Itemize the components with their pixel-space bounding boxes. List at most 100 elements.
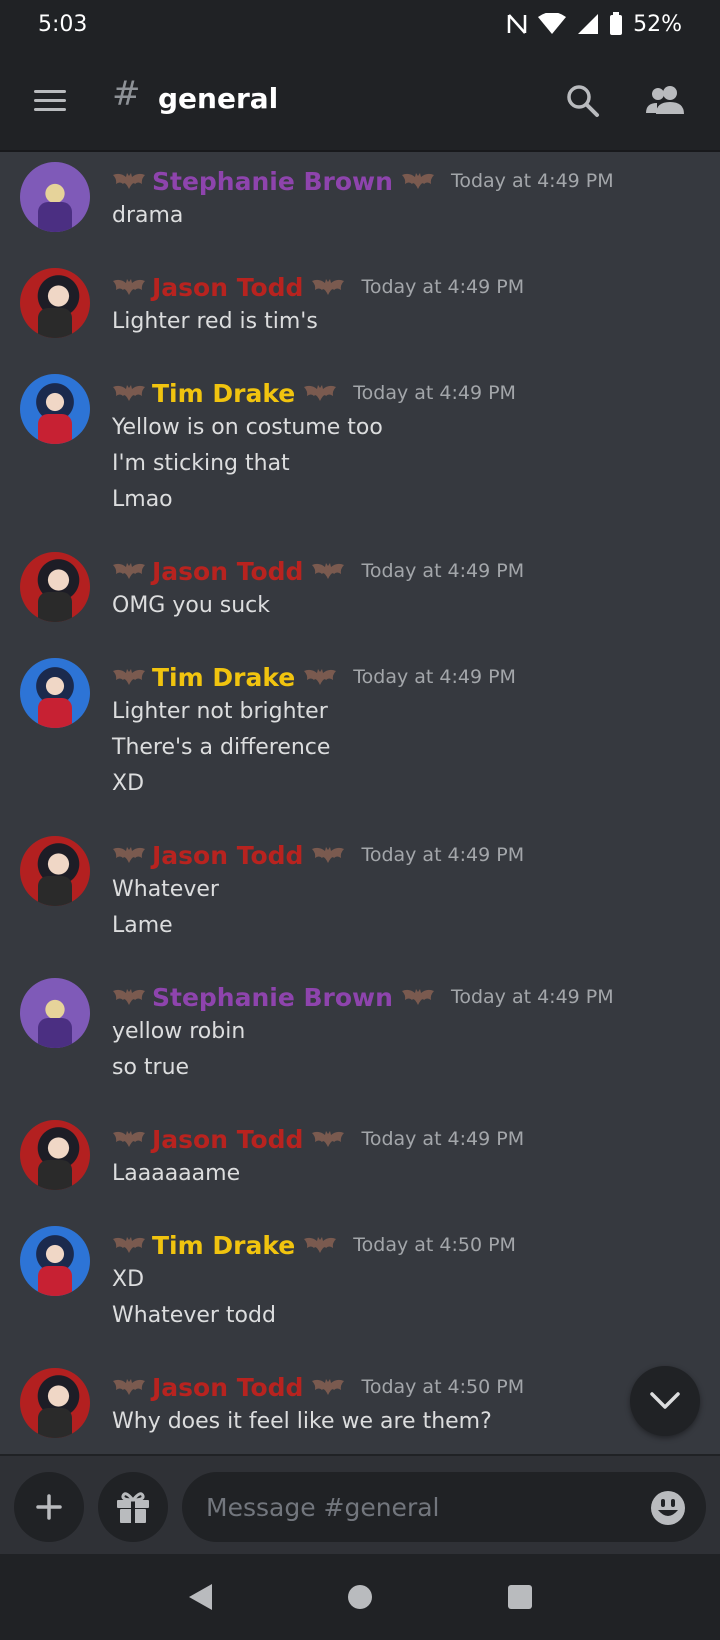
message-list[interactable]: Stephanie Brown Today at 4:49 PM drama Jaso… [0, 152, 720, 1454]
message-input[interactable] [182, 1472, 706, 1542]
avatar[interactable] [20, 1368, 90, 1438]
channel-name[interactable]: general [158, 82, 278, 115]
plus-icon [36, 1494, 62, 1520]
recents-icon[interactable] [506, 1583, 534, 1611]
message-line: XD [112, 771, 145, 796]
message-group[interactable]: Tim Drake Today at 4:49 PM Lighter not bri… [0, 648, 720, 826]
bat-emoji-icon [311, 277, 345, 297]
message-body: Yellow is on costume too I'm sticking tha… [112, 412, 383, 520]
message-line: Lighter red is tim's [112, 309, 318, 334]
timestamp: Today at 4:49 PM [353, 382, 516, 404]
username[interactable]: Tim Drake [152, 1231, 295, 1260]
message-line: Lame [112, 913, 173, 938]
message-group[interactable]: Tim Drake Today at 4:49 PM Yellow is on co… [0, 364, 720, 542]
username[interactable]: Stephanie Brown [152, 983, 393, 1012]
wifi-icon [538, 13, 567, 34]
back-icon[interactable] [186, 1582, 214, 1612]
channel-header: # general [0, 48, 720, 152]
message-line: There's a difference [112, 735, 331, 760]
message-line: Whatever [112, 877, 219, 902]
avatar[interactable] [20, 1226, 90, 1296]
message-line: Lighter not brighter [112, 699, 328, 724]
menu-icon[interactable] [34, 90, 66, 112]
username[interactable]: Tim Drake [152, 663, 295, 692]
message-line: XD [112, 1267, 145, 1292]
message-header: Jason Todd Today at 4:49 PM [112, 270, 524, 304]
battery-icon [610, 12, 623, 35]
gift-button[interactable] [98, 1472, 168, 1542]
chevron-down-icon [650, 1392, 680, 1409]
message-group[interactable]: Jason Todd Today at 4:49 PM OMG you suck [0, 542, 720, 648]
message-body: Lighter red is tim's [112, 306, 318, 342]
message-body: XD Whatever todd [112, 1264, 276, 1336]
cell-signal-icon [578, 14, 599, 34]
message-line: drama [112, 203, 184, 228]
bat-emoji-icon [303, 1235, 337, 1255]
username[interactable]: Stephanie Brown [152, 167, 393, 196]
emoji-icon[interactable] [650, 1490, 686, 1526]
message-line: OMG you suck [112, 593, 270, 618]
username[interactable]: Jason Todd [152, 273, 303, 302]
message-header: Tim Drake Today at 4:50 PM [112, 1228, 516, 1262]
jump-to-present-button[interactable] [630, 1366, 700, 1436]
bat-emoji-icon [112, 171, 146, 191]
avatar[interactable] [20, 658, 90, 728]
message-body: Why does it feel like we are them? [112, 1406, 492, 1442]
message-group[interactable]: Stephanie Brown Today at 4:49 PM drama [0, 152, 720, 258]
bat-emoji-icon [112, 987, 146, 1007]
bat-emoji-icon [112, 1377, 146, 1397]
members-icon[interactable] [646, 84, 684, 116]
add-attachment-button[interactable] [14, 1472, 84, 1542]
avatar[interactable] [20, 1120, 90, 1190]
message-group[interactable]: Jason Todd Today at 4:49 PM Lighter red is… [0, 258, 720, 364]
avatar[interactable] [20, 836, 90, 906]
timestamp: Today at 4:49 PM [361, 560, 525, 582]
bat-emoji-icon [311, 1129, 345, 1149]
message-header: Tim Drake Today at 4:49 PM [112, 376, 516, 410]
username[interactable]: Jason Todd [152, 841, 303, 870]
gift-icon [117, 1492, 149, 1523]
avatar[interactable] [20, 162, 90, 232]
message-header: Tim Drake Today at 4:49 PM [112, 660, 516, 694]
status-icons: 52% [507, 12, 682, 37]
bat-emoji-icon [112, 561, 146, 581]
message-composer [0, 1454, 720, 1554]
nfc-icon [507, 14, 527, 34]
system-nav-bar [0, 1554, 720, 1640]
avatar[interactable] [20, 552, 90, 622]
message-group[interactable]: Jason Todd Today at 4:50 PM Why does it fe… [0, 1358, 720, 1454]
bat-emoji-icon [401, 171, 435, 191]
message-header: Stephanie Brown Today at 4:49 PM [112, 164, 614, 198]
avatar[interactable] [20, 268, 90, 338]
timestamp: Today at 4:49 PM [361, 276, 525, 298]
home-icon[interactable] [346, 1583, 374, 1611]
timestamp: Today at 4:49 PM [450, 986, 614, 1008]
message-line: Yellow is on costume too [112, 415, 383, 440]
message-header: Jason Todd Today at 4:49 PM [112, 838, 524, 872]
username[interactable]: Tim Drake [152, 379, 295, 408]
message-group[interactable]: Jason Todd Today at 4:49 PM Laaaaaame [0, 1110, 720, 1216]
message-body: yellow robin so true [112, 1016, 245, 1088]
avatar[interactable] [20, 978, 90, 1048]
message-group[interactable]: Stephanie Brown Today at 4:49 PM yellow ro… [0, 968, 720, 1110]
message-group[interactable]: Jason Todd Today at 4:49 PM Whatever Lame [0, 826, 720, 968]
username[interactable]: Jason Todd [152, 1373, 303, 1402]
message-body: Lighter not brighter There's a difference… [112, 696, 330, 804]
bat-emoji-icon [112, 277, 146, 297]
bat-emoji-icon [303, 667, 337, 687]
message-body: OMG you suck [112, 590, 270, 626]
message-group[interactable]: Tim Drake Today at 4:50 PM XD Whatever todd [0, 1216, 720, 1358]
timestamp: Today at 4:49 PM [361, 844, 525, 866]
message-body: Laaaaaame [112, 1158, 240, 1194]
message-line: Lmao [112, 487, 173, 512]
bat-emoji-icon [112, 667, 146, 687]
timestamp: Today at 4:50 PM [353, 1234, 516, 1256]
message-line: so true [112, 1055, 190, 1080]
search-icon[interactable] [566, 84, 600, 118]
bat-emoji-icon [112, 1129, 146, 1149]
message-line: Why does it feel like we are them? [112, 1409, 492, 1434]
avatar[interactable] [20, 374, 90, 444]
timestamp: Today at 4:49 PM [450, 170, 614, 192]
username[interactable]: Jason Todd [152, 1125, 303, 1154]
username[interactable]: Jason Todd [152, 557, 303, 586]
